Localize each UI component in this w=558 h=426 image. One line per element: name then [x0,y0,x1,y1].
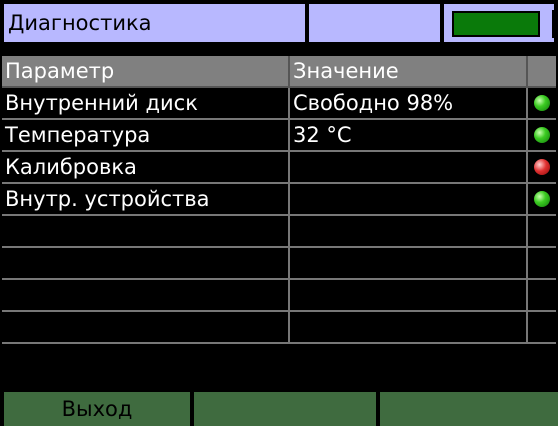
table-row[interactable] [2,248,556,280]
value-cell: 32 °C [290,120,528,152]
parameter-cell: Калибровка [2,152,290,184]
parameter-cell [2,248,290,280]
parameter-cell [2,280,290,312]
table-row[interactable] [2,312,556,344]
status-green-icon [534,191,550,207]
title-bar-spacer [307,2,442,44]
status-cell [528,216,556,248]
window-title: Диагностика [2,2,307,44]
title-bar-status-area [442,2,556,44]
footer-button-3[interactable] [378,390,558,426]
status-cell [528,152,556,184]
status-cell [528,120,556,152]
table-row[interactable]: Температура 32 °C [2,120,556,152]
exit-button[interactable]: Выход [2,390,192,426]
title-bar-edge [552,10,554,38]
value-cell [290,216,528,248]
status-cell [528,248,556,280]
table-row[interactable]: Внутренний диск Свободно 98% [2,88,556,120]
table-row[interactable]: Калибровка [2,152,556,184]
parameter-cell [2,312,290,344]
status-cell [528,280,556,312]
table-row[interactable] [2,216,556,248]
parameter-cell [2,216,290,248]
progress-bar [452,11,540,37]
title-bar: Диагностика [2,2,556,44]
status-green-icon [534,127,550,143]
value-cell [290,184,528,216]
status-cell [528,88,556,120]
column-header-status [528,56,556,88]
status-cell [528,312,556,344]
value-cell [290,280,528,312]
status-cell [528,184,556,216]
value-cell: Свободно 98% [290,88,528,120]
footer-toolbar: Выход [2,390,558,426]
diagnostics-table: Параметр Значение Внутренний диск Свободн… [2,56,556,344]
parameter-cell: Внутр. устройства [2,184,290,216]
progress-fill [454,13,538,35]
table-row[interactable]: Внутр. устройства [2,184,556,216]
table-header-row: Параметр Значение [2,56,556,88]
table-body: Внутренний диск Свободно 98% Температура 32… [2,88,556,344]
value-cell [290,152,528,184]
column-header-parameter: Параметр [2,56,290,88]
status-green-icon [534,95,550,111]
parameter-cell: Внутренний диск [2,88,290,120]
diagnostics-screen: Диагностика Параметр Значение Внутренний… [0,0,558,426]
footer-button-2[interactable] [192,390,378,426]
value-cell [290,312,528,344]
column-header-value: Значение [290,56,528,88]
status-red-icon [534,159,550,175]
value-cell [290,248,528,280]
table-row[interactable] [2,280,556,312]
parameter-cell: Температура [2,120,290,152]
